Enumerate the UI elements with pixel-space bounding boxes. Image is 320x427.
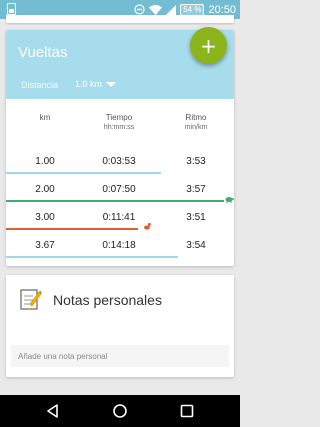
lap-pace: 3:53 — [186, 156, 206, 167]
lap-km: 2.00 — [35, 184, 55, 195]
lap-pace: 3:51 — [186, 212, 206, 223]
lap-pace: 3:54 — [186, 240, 206, 251]
lap-pace-bar — [6, 200, 224, 202]
lap-time: 0:11:41 — [102, 212, 136, 223]
rabbit-icon — [144, 223, 151, 230]
laps-title: Vueltas — [18, 44, 68, 61]
column-pace-unit: min/km — [184, 124, 208, 131]
note-input[interactable] — [11, 345, 229, 367]
notification-icon — [7, 3, 16, 15]
lap-km: 3.67 — [35, 240, 55, 251]
lap-pace-bar — [6, 256, 178, 258]
lap-time: 0:07:50 — [102, 184, 136, 195]
notes-title: Notas personales — [53, 292, 162, 308]
lap-time: 0:14:18 — [102, 240, 136, 251]
lap-pace-bar — [6, 172, 161, 174]
distance-value: 1.0 km — [75, 79, 103, 89]
laps-card: Vueltas Distancia 1.0 km — [6, 30, 234, 266]
signal-icon — [166, 4, 177, 15]
column-time: Tiempo — [105, 113, 133, 122]
previous-card — [6, 15, 234, 23]
recents-icon[interactable] — [179, 403, 195, 419]
column-km: km — [39, 113, 51, 122]
distance-label: Distancia — [21, 80, 59, 90]
lap-pace-bar — [6, 228, 138, 230]
lap-km: 1.00 — [35, 156, 55, 167]
clock: 20:50 — [208, 3, 236, 16]
battery-indicator: 54 % — [180, 3, 205, 16]
notes-card: Notas personales — [6, 275, 234, 377]
distance-dropdown[interactable]: 1.0 km — [75, 79, 117, 89]
add-button[interactable]: + — [190, 27, 227, 64]
lap-pace: 3:57 — [186, 184, 206, 195]
lap-km: 3.00 — [35, 212, 55, 223]
chevron-down-icon — [106, 81, 117, 87]
back-icon[interactable] — [45, 403, 61, 419]
wifi-icon — [149, 4, 163, 15]
turtle-icon — [225, 197, 234, 203]
lap-time: 0:03:53 — [102, 156, 136, 167]
note-edit-icon — [20, 289, 42, 310]
column-time-unit: hh:mm:ss — [103, 124, 135, 131]
navigation-bar — [0, 395, 240, 427]
column-pace: Ritmo — [185, 113, 207, 122]
do-not-disturb-icon — [134, 4, 145, 15]
home-icon[interactable] — [112, 403, 128, 419]
plus-icon: + — [200, 33, 217, 58]
